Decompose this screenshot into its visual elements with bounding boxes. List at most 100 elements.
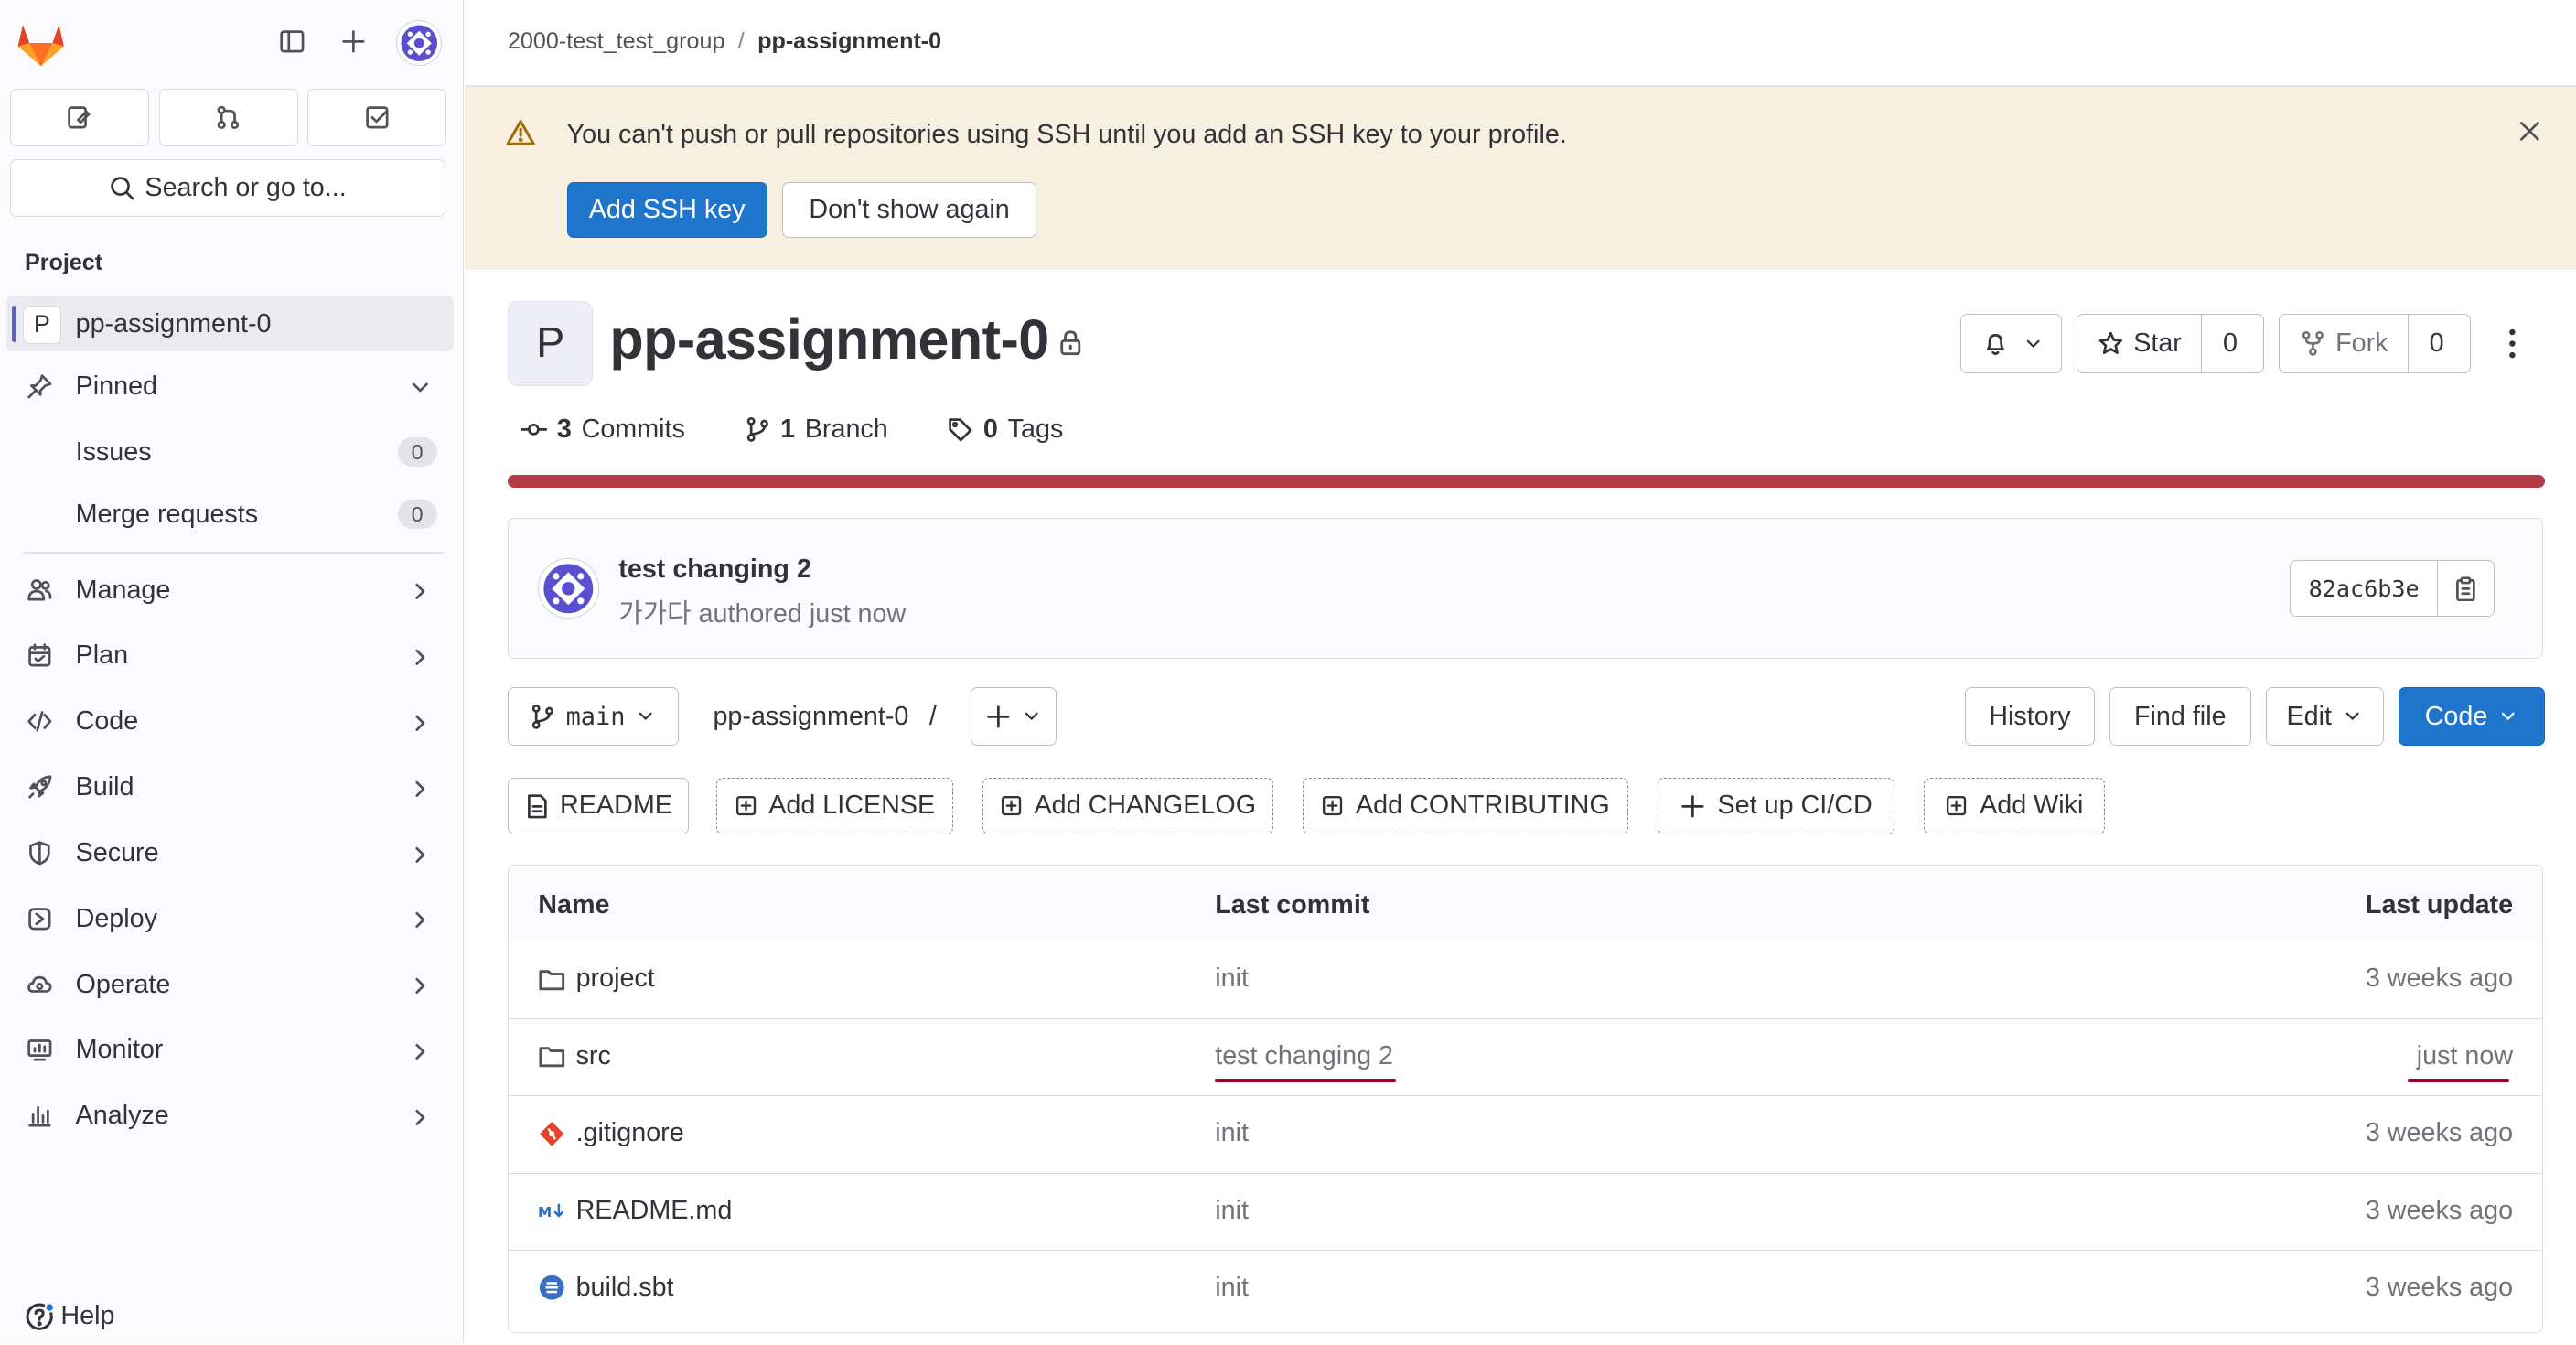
table-row[interactable]: M README.md init 3 weeks ago [508, 1174, 2543, 1251]
help-link[interactable]: Help [25, 1301, 115, 1331]
copy-icon[interactable] [2438, 561, 2494, 617]
repository-language-bar[interactable] [507, 475, 2545, 489]
readme-button[interactable]: README [507, 777, 689, 835]
close-icon[interactable] [2517, 118, 2543, 145]
sidebar-item-merge-requests[interactable]: Merge requests 0 [6, 487, 454, 543]
setup-cicd-button[interactable]: Set up CI/CD [1658, 777, 1894, 835]
star-button-group[interactable]: Star 0 [2077, 314, 2264, 373]
code-dropdown[interactable]: Code [2399, 686, 2545, 747]
history-button[interactable]: History [1965, 686, 2095, 747]
commit-sha[interactable]: 82ac6b3e [2291, 560, 2439, 617]
column-header-name: Name [538, 889, 610, 920]
commit-author-avatar[interactable] [538, 557, 599, 619]
sidebar-item-deploy[interactable]: Deploy [6, 890, 454, 946]
file-last-commit-link[interactable]: init [1215, 963, 1249, 994]
sidebar-item-plan[interactable]: Plan [6, 628, 454, 683]
sidebar-item-label: Pinned [75, 371, 158, 401]
sidebar-item-secure[interactable]: Secure [6, 825, 454, 881]
sidebar-item-manage[interactable]: Manage [6, 562, 454, 618]
plus-square-icon [1323, 796, 1343, 816]
notification-dropdown[interactable] [1959, 314, 2062, 373]
table-row[interactable]: project init 3 weeks ago [508, 942, 2543, 1019]
file-last-commit-link[interactable]: init [1215, 1273, 1249, 1303]
sidebar-item-pinned[interactable]: Pinned [6, 359, 454, 414]
add-wiki-button[interactable]: Add Wiki [1924, 777, 2105, 835]
dont-show-again-button[interactable]: Don't show again [781, 182, 1037, 239]
commit-time: authored just now [691, 598, 907, 629]
fork-button[interactable]: Fork [2280, 315, 2410, 372]
shortcut-label: Add CHANGELOG [1034, 791, 1257, 821]
table-row[interactable]: src test changing 2 just now [508, 1020, 2543, 1097]
table-row[interactable]: build.sbt init 3 weeks ago [509, 1252, 2542, 1328]
add-changelog-button[interactable]: Add CHANGELOG [982, 777, 1273, 835]
find-file-button[interactable]: Find file [2109, 686, 2251, 747]
sidebar-item-operate[interactable]: Operate [6, 956, 454, 1012]
table-row[interactable]: .gitignore init 3 weeks ago [508, 1097, 2543, 1174]
file-name: project [575, 963, 655, 994]
commit-title-link[interactable]: test changing 2 [618, 554, 811, 585]
shortcut-label: Add Wiki [1980, 791, 2084, 821]
star-icon [2098, 331, 2122, 354]
sidebar-section-title: Project [24, 249, 103, 275]
repo-path-link[interactable]: pp-assignment-0 [713, 702, 908, 731]
edit-dropdown[interactable]: Edit [2265, 686, 2384, 747]
git-icon [540, 1121, 564, 1146]
users-icon [27, 576, 53, 603]
add-license-button[interactable]: Add LICENSE [716, 777, 953, 835]
issues-count-badge: 0 [397, 436, 437, 468]
star-button[interactable]: Star [2077, 315, 2203, 372]
todo-list-button[interactable] [307, 88, 447, 147]
gitlab-logo-icon[interactable] [15, 18, 67, 68]
sidebar-project-name: pp-assignment-0 [75, 308, 272, 339]
shortcut-label: README [560, 791, 672, 821]
file-name-link[interactable]: project [538, 963, 655, 994]
sidebar-item-analyze[interactable]: Analyze [6, 1088, 454, 1144]
sidebar-project-link[interactable]: P pp-assignment-0 [6, 296, 454, 352]
calendar-icon [27, 642, 53, 669]
star-count[interactable]: 0 [2202, 315, 2258, 372]
search-button[interactable]: Search or go to... [9, 159, 445, 218]
file-last-commit-link[interactable]: init [1215, 1196, 1249, 1226]
sidebar-item-monitor[interactable]: Monitor [6, 1022, 454, 1078]
add-contributing-button[interactable]: Add CONTRIBUTING [1303, 777, 1628, 835]
breadcrumb-separator: / [737, 27, 745, 54]
commits-link[interactable]: 3 Commits [521, 414, 685, 445]
create-new-plus-icon[interactable] [340, 28, 367, 55]
assigned-issues-button[interactable] [9, 88, 149, 147]
repo-path: pp-assignment-0 / [713, 702, 936, 732]
file-last-commit-link[interactable]: init [1215, 1118, 1249, 1148]
add-ssh-key-button[interactable]: Add SSH key [566, 182, 767, 239]
more-actions-icon[interactable] [2499, 324, 2526, 363]
monitor-icon [27, 1037, 53, 1063]
sidebar-item-issues[interactable]: Issues 0 [6, 424, 454, 479]
sidebar-item-code[interactable]: Code [6, 694, 454, 749]
search-icon [111, 177, 134, 200]
user-avatar[interactable] [395, 19, 443, 67]
tags-count: 0 [982, 414, 998, 444]
shortcut-label: Set up CI/CD [1717, 791, 1873, 821]
branch-selector[interactable]: main [507, 686, 679, 747]
breadcrumb-group-link[interactable]: 2000-test_test_group [508, 28, 724, 55]
branches-link[interactable]: 1 Branch [745, 414, 888, 445]
fork-button-group[interactable]: Fork 0 [2279, 314, 2472, 373]
repo-path-separator: / [928, 701, 937, 731]
sidebar-toggle-icon[interactable] [279, 28, 306, 55]
file-name-link[interactable]: .gitignore [538, 1118, 684, 1148]
merge-requests-button[interactable] [158, 88, 298, 147]
search-placeholder: Search or go to... [145, 173, 347, 203]
file-name-link[interactable]: build.sbt [538, 1273, 674, 1303]
sidebar-item-build[interactable]: Build [6, 759, 454, 815]
file-last-commit-link[interactable]: test changing 2 [1215, 1041, 1393, 1071]
commit-author[interactable]: 가가다 [618, 599, 691, 629]
breadcrumb-project-link[interactable]: pp-assignment-0 [757, 28, 941, 55]
file-name-link[interactable]: M README.md [538, 1196, 732, 1226]
sidebar-item-label: Secure [75, 837, 159, 867]
ssh-key-alert: You can't push or pull repositories usin… [465, 87, 2576, 270]
fork-count[interactable]: 0 [2409, 315, 2464, 372]
tags-link[interactable]: 0 Tags [947, 414, 1063, 445]
tag-icon [949, 417, 972, 442]
file-name-link[interactable]: src [538, 1041, 611, 1071]
add-to-tree-dropdown[interactable] [971, 686, 1057, 747]
sidebar-item-label: Deploy [75, 903, 157, 933]
folder-icon [539, 969, 565, 990]
